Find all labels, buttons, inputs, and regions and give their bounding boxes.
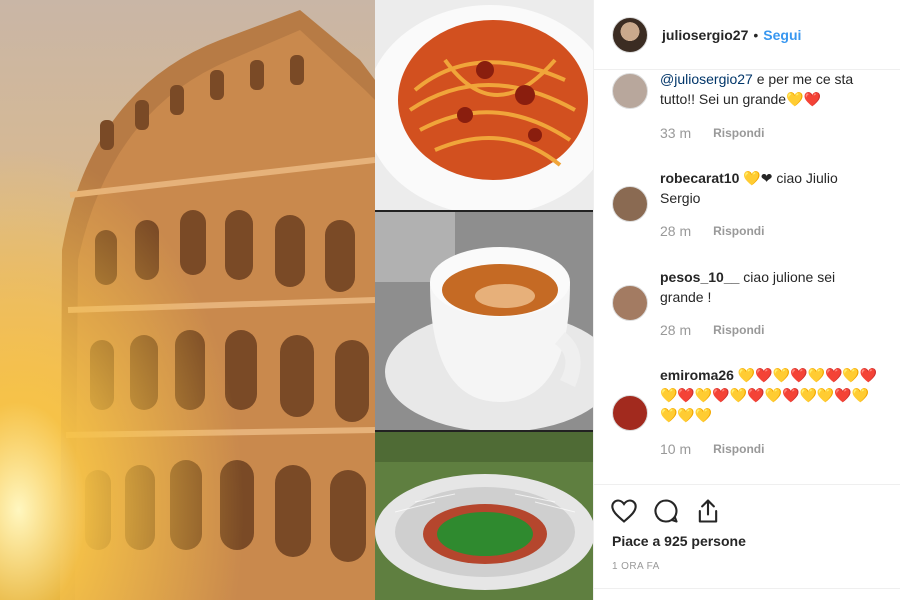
comment-username[interactable]: pesos_10__ (660, 269, 739, 285)
comment-meta: 10 m Rispondi (660, 441, 764, 457)
stadium-photo (375, 432, 593, 600)
instagram-post: juliosergio27 • Segui @juliosergio27 e p… (0, 0, 900, 600)
comment-text: @juliosergio27 e per me ce sta tutto!! S… (660, 71, 882, 109)
comment-username[interactable]: robecarat10 (660, 170, 739, 186)
post-media-collage[interactable] (0, 0, 593, 600)
post-header: juliosergio27 • Segui (594, 0, 900, 70)
reply-button[interactable]: Rispondi (713, 126, 764, 140)
add-comment-bar[interactable] (594, 588, 900, 600)
colosseum-photo (0, 0, 375, 600)
pasta-illustration (375, 0, 593, 210)
avatar[interactable] (612, 16, 648, 53)
heart-icon[interactable] (610, 497, 638, 525)
reply-button[interactable]: Rispondi (713, 224, 764, 238)
separator-dot: • (753, 26, 759, 43)
stadium-illustration (375, 432, 593, 600)
comment-text: robecarat10 💛❤ ciao Jiulio Sergio (660, 168, 882, 208)
comment-time: 33 m (660, 125, 692, 141)
comment-time: 28 m (660, 322, 692, 338)
comment-icon[interactable] (652, 497, 680, 525)
comment-avatar[interactable] (612, 285, 648, 321)
comments-list[interactable]: @juliosergio27 e per me ce sta tutto!! S… (594, 71, 900, 483)
comment-time: 28 m (660, 223, 692, 239)
comment-username[interactable]: emiroma26 (660, 367, 734, 383)
colosseum-illustration (0, 0, 375, 600)
post-side-panel: juliosergio27 • Segui @juliosergio27 e p… (593, 0, 900, 600)
post-age: 1 ORA FA (612, 561, 660, 572)
reply-button[interactable]: Rispondi (713, 323, 764, 337)
comment-meta: 33 m Rispondi (660, 125, 764, 141)
comment-time: 10 m (660, 441, 692, 457)
espresso-photo (375, 212, 593, 430)
share-icon[interactable] (694, 497, 722, 525)
follow-button[interactable]: Segui (763, 27, 801, 43)
action-icons (610, 497, 722, 525)
comment-meta: 28 m Rispondi (660, 322, 764, 338)
espresso-illustration (375, 212, 593, 430)
comment-avatar[interactable] (612, 395, 648, 431)
post-username[interactable]: juliosergio27 (662, 27, 748, 43)
comment-text: pesos_10__ ciao julione sei grande ! (660, 267, 882, 307)
pasta-photo (375, 0, 593, 210)
comment-text: emiroma26 💛❤️💛❤️💛❤️💛❤️💛❤️💛❤️💛❤️💛❤️💛💛❤️💛💛… (660, 365, 885, 425)
comment-avatar[interactable] (612, 186, 648, 222)
comment-mention[interactable]: @juliosergio27 (660, 71, 753, 87)
reply-button[interactable]: Rispondi (713, 442, 764, 456)
post-actions: Piace a 925 persone 1 ORA FA (594, 484, 900, 600)
comment-avatar[interactable] (612, 73, 648, 109)
likes-count[interactable]: Piace a 925 persone (612, 533, 746, 549)
comment-meta: 28 m Rispondi (660, 223, 764, 239)
